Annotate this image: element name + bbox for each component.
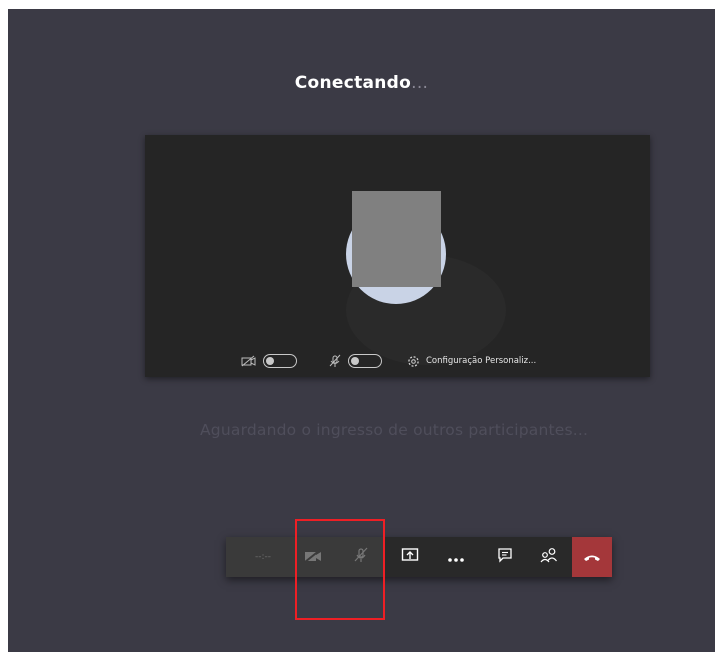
call-toolbar: --:-- bbox=[226, 537, 612, 577]
timer-text: --:-- bbox=[254, 552, 272, 562]
status-title: Conectando bbox=[294, 73, 412, 93]
background-settings[interactable]: Configuração Personaliz... bbox=[407, 350, 536, 372]
share-screen-icon bbox=[401, 547, 419, 567]
gear-icon bbox=[407, 355, 420, 368]
camera-toggle[interactable] bbox=[263, 354, 297, 368]
video-preview: Configuração Personaliz... bbox=[145, 135, 650, 377]
mic-control bbox=[328, 350, 382, 372]
avatar-image bbox=[352, 191, 441, 287]
participants-icon bbox=[540, 547, 558, 567]
waiting-message: Aguardando o ingresso de outros particip… bbox=[200, 421, 589, 439]
hang-up-icon bbox=[583, 548, 601, 567]
chat-button[interactable] bbox=[483, 537, 527, 577]
call-timer: --:-- bbox=[238, 537, 288, 577]
hang-up-button[interactable] bbox=[572, 537, 612, 577]
status-dots: ... bbox=[411, 73, 429, 93]
annotation-highlight-box bbox=[295, 519, 385, 620]
more-icon bbox=[447, 548, 465, 567]
mic-off-icon bbox=[328, 354, 342, 368]
camera-off-icon bbox=[241, 355, 257, 367]
preview-controls: Configuração Personaliz... bbox=[145, 350, 650, 372]
mic-toggle[interactable] bbox=[348, 354, 382, 368]
participants-button[interactable] bbox=[527, 537, 571, 577]
connection-status: Conectando... bbox=[8, 73, 715, 93]
camera-control bbox=[241, 350, 297, 372]
chat-icon bbox=[497, 547, 513, 567]
share-screen-button[interactable] bbox=[388, 537, 432, 577]
more-button[interactable] bbox=[434, 537, 478, 577]
background-settings-label: Configuração Personaliz... bbox=[426, 356, 537, 366]
